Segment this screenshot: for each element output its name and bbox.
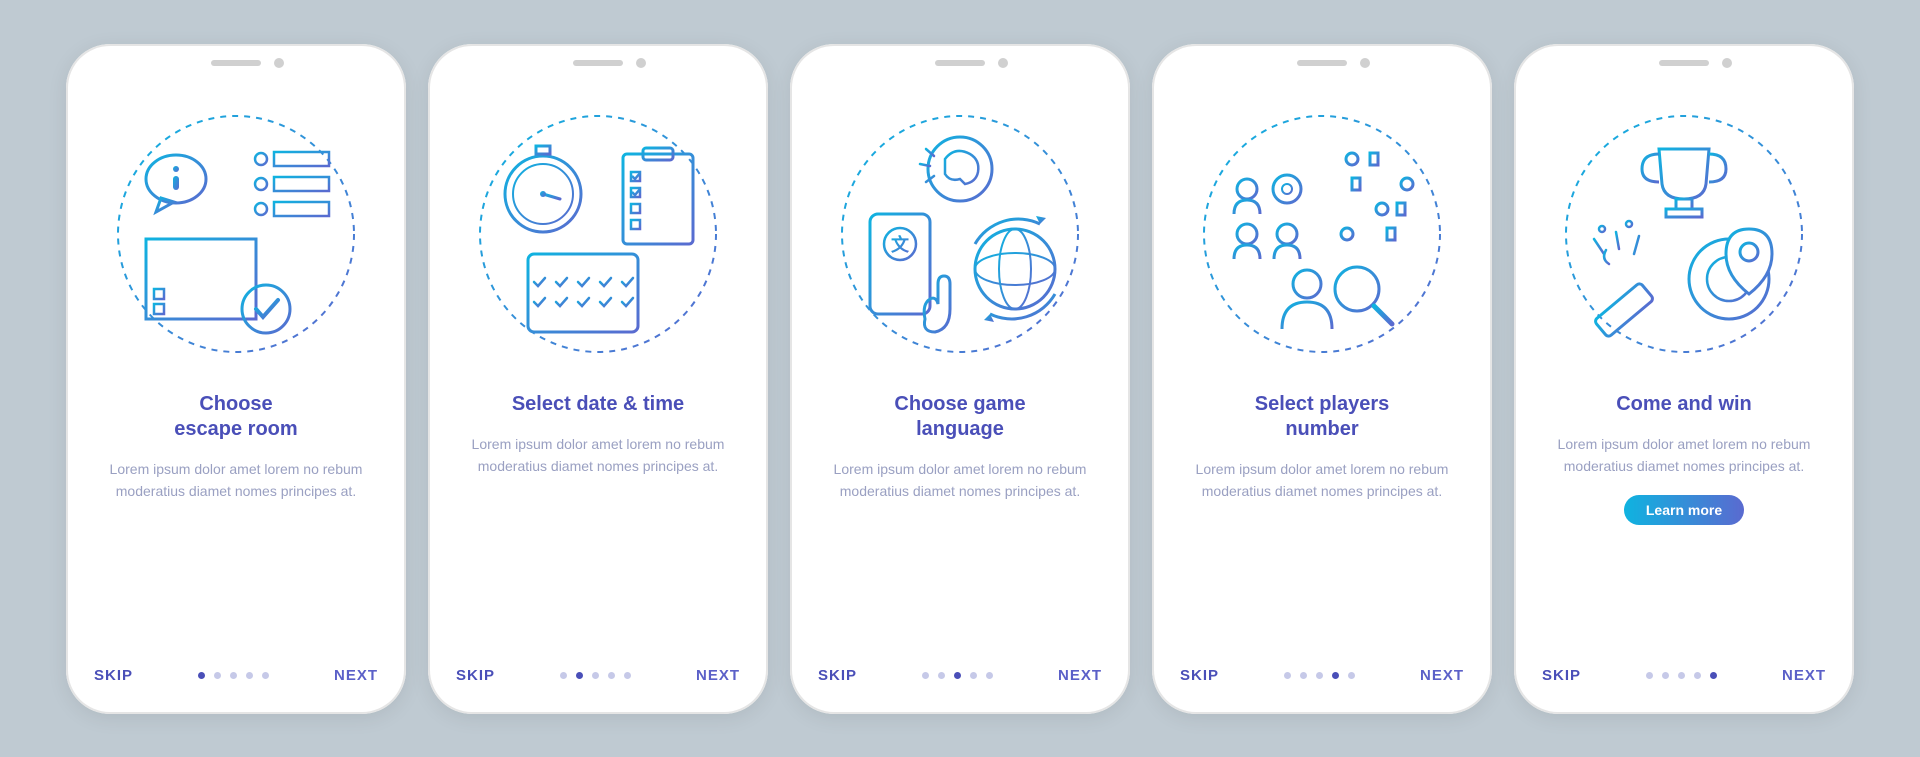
screen-title: Choose escape room	[94, 392, 378, 442]
screen-description: Lorem ipsum dolor amet lorem no rebum mo…	[1180, 458, 1464, 503]
screen-title: Select players number	[1180, 392, 1464, 442]
dot	[1332, 672, 1339, 679]
next-button[interactable]: NEXT	[1782, 667, 1826, 684]
screen-description: Lorem ipsum dolor amet lorem no rebum mo…	[456, 433, 740, 478]
dot	[262, 672, 269, 679]
dot	[922, 672, 929, 679]
players-icon	[1180, 94, 1464, 374]
nav-bar: SKIP NEXT	[94, 653, 378, 684]
nav-bar: SKIP NEXT	[1542, 653, 1826, 684]
next-button[interactable]: NEXT	[1420, 667, 1464, 684]
onboarding-screen-5: Come and win Lorem ipsum dolor amet lore…	[1514, 44, 1854, 714]
dot	[608, 672, 615, 679]
onboarding-screen-4: Select players number Lorem ipsum dolor …	[1152, 44, 1492, 714]
dot	[1316, 672, 1323, 679]
page-indicator	[1284, 672, 1355, 679]
onboarding-screen-3: 文 Choose game language Lorem ipsum dolor…	[790, 44, 1130, 714]
skip-button[interactable]: SKIP	[1542, 667, 1581, 684]
date-time-icon	[456, 94, 740, 374]
screen-description: Lorem ipsum dolor amet lorem no rebum mo…	[818, 458, 1102, 503]
dot	[230, 672, 237, 679]
dot	[246, 672, 253, 679]
learn-more-button[interactable]: Learn more	[1624, 495, 1744, 525]
dot	[1678, 672, 1685, 679]
page-indicator	[1646, 672, 1717, 679]
page-indicator	[560, 672, 631, 679]
page-indicator	[198, 672, 269, 679]
dot	[1646, 672, 1653, 679]
screen-title: Choose game language	[818, 392, 1102, 442]
dot	[938, 672, 945, 679]
skip-button[interactable]: SKIP	[94, 667, 133, 684]
next-button[interactable]: NEXT	[334, 667, 378, 684]
dot	[970, 672, 977, 679]
dot	[1300, 672, 1307, 679]
dot	[198, 672, 205, 679]
dot	[624, 672, 631, 679]
win-icon	[1542, 94, 1826, 374]
dot	[214, 672, 221, 679]
dot	[1694, 672, 1701, 679]
next-button[interactable]: NEXT	[1058, 667, 1102, 684]
skip-button[interactable]: SKIP	[1180, 667, 1219, 684]
skip-button[interactable]: SKIP	[818, 667, 857, 684]
screen-title: Come and win	[1542, 392, 1826, 417]
screen-title: Select date & time	[456, 392, 740, 417]
nav-bar: SKIP NEXT	[818, 653, 1102, 684]
dot	[560, 672, 567, 679]
dot	[1348, 672, 1355, 679]
dot	[1284, 672, 1291, 679]
language-icon: 文	[818, 94, 1102, 374]
page-indicator	[922, 672, 993, 679]
screen-description: Lorem ipsum dolor amet lorem no rebum mo…	[94, 458, 378, 503]
dot	[1662, 672, 1669, 679]
dot	[576, 672, 583, 679]
onboarding-screen-1: Choose escape room Lorem ipsum dolor ame…	[66, 44, 406, 714]
nav-bar: SKIP NEXT	[1180, 653, 1464, 684]
svg-text:文: 文	[891, 234, 910, 255]
nav-bar: SKIP NEXT	[456, 653, 740, 684]
skip-button[interactable]: SKIP	[456, 667, 495, 684]
dot	[986, 672, 993, 679]
onboarding-screen-2: Select date & time Lorem ipsum dolor ame…	[428, 44, 768, 714]
screen-description: Lorem ipsum dolor amet lorem no rebum mo…	[1542, 433, 1826, 478]
escape-room-icon	[94, 94, 378, 374]
dot	[592, 672, 599, 679]
dot	[954, 672, 961, 679]
dot	[1710, 672, 1717, 679]
onboarding-phones-container: Choose escape room Lorem ipsum dolor ame…	[66, 44, 1854, 714]
next-button[interactable]: NEXT	[696, 667, 740, 684]
